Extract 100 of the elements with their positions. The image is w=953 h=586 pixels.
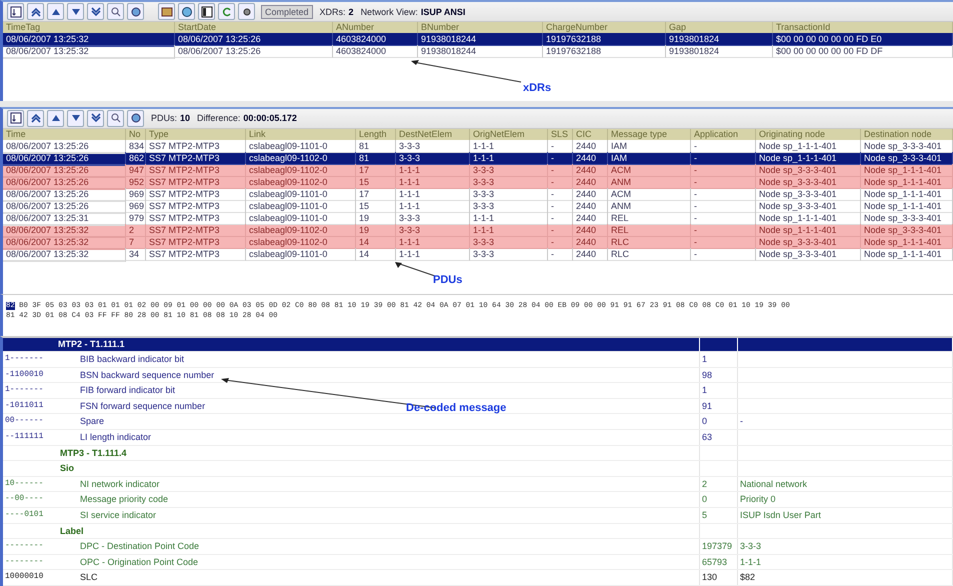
bit-mask: ----0101 (5, 509, 44, 522)
field-name: FSN forward sequence number (80, 400, 206, 413)
field-value: 0 (700, 492, 738, 508)
difference-value: 00:00:05.172 (243, 113, 297, 124)
bit-mask: 1------- (5, 353, 44, 366)
bit-mask: 10------ (5, 478, 44, 490)
up-icon[interactable] (47, 3, 64, 20)
field-value: 5 (700, 508, 738, 523)
table-cell: 08/06/2007 13:25:26 (3, 188, 126, 201)
table-cell: Node sp_1-1-1-401 (861, 248, 953, 261)
count-value: 2 (348, 6, 354, 16)
view-label: Network View: (360, 6, 418, 16)
bit-mask: -1011011 (5, 400, 44, 412)
bit-mask: 00------ (5, 415, 44, 428)
field-name: Message priority code (80, 493, 168, 506)
table-cell: 3-3-3 (470, 248, 548, 261)
table-cell: 19197632188 (543, 45, 666, 58)
field-meaning: ISUP Isdn User Part (738, 508, 953, 523)
field-meaning: Priority 0 (738, 492, 953, 508)
table-cell: SS7 MTP2-MTP3 (146, 248, 246, 261)
table-row[interactable]: 08/06/2007 13:25:32 08/06/2007 13:25:26 4603824000 91938018244 19197632188 9193801824 $00 00 00 00 00 00 FD E0 (3, 33, 953, 45)
count-label: PDUs: (151, 113, 178, 124)
difference-label: Difference: (197, 113, 240, 124)
table-cell: 14 (356, 248, 396, 261)
annotation-arrow (395, 262, 436, 276)
annotation-label: PDUs (433, 274, 462, 286)
layout-icon[interactable] (198, 3, 215, 20)
table-cell: cslabeagl09-1101-0 (246, 248, 356, 261)
field-name: NI network indicator (80, 478, 160, 491)
table-cell: 08/06/2007 13:25:32 (3, 236, 126, 249)
table-cell: 08/06/2007 13:25:32 (3, 45, 175, 58)
section-heading: MTP3 - T1.111.4 (59, 446, 127, 460)
table-cell: 08/06/2007 13:25:26 (3, 200, 126, 213)
bit-mask: -1100010 (5, 368, 44, 381)
search-icon[interactable] (107, 110, 124, 127)
field-value: 1 (700, 383, 738, 398)
table-row[interactable]: 08/06/2007 13:25:32 08/06/2007 13:25:26 4603824000 91938018244 19197632188 9193801824 $00 00 00 00 00 00 FD DF (3, 45, 953, 57)
field-meaning: National network (738, 476, 953, 492)
field-name: Spare (80, 415, 104, 428)
field-value: 0 (700, 414, 738, 430)
table-cell: 08/06/2007 13:25:32 (3, 33, 175, 46)
down-icon[interactable] (67, 3, 84, 20)
table-cell: - (548, 248, 573, 261)
count-value: 10 (180, 113, 190, 124)
field-value: 130 (700, 570, 738, 586)
section-heading: Label (59, 524, 84, 538)
field-name: OPC - Origination Point Code (80, 556, 198, 569)
table-cell: 08/06/2007 13:25:26 (175, 45, 333, 58)
field-value: 63 (700, 430, 738, 445)
table-row[interactable]: 08/06/2007 13:25:26 834 SS7 MTP2-MTP3 cslabeagl09-1101-0 81 3-3-3 1-1-1 - 2440 IAM - Node sp_1-1-1-401 Node sp_3-3-3-401 (3, 140, 953, 152)
field-value: 2 (700, 476, 738, 492)
field-meaning: 3-3-3 (738, 539, 953, 554)
field-meaning: $82 (738, 570, 953, 586)
table-cell: - (691, 248, 756, 261)
table-cell: 08/06/2007 13:25:26 (3, 140, 126, 153)
field-name: BSN backward sequence number (80, 368, 214, 382)
table-cell: 08/06/2007 13:25:26 (3, 164, 126, 177)
table-cell: 34 (126, 248, 146, 261)
field-value: 65793 (700, 554, 738, 570)
count-label: XDRs: (320, 6, 346, 16)
field-name: SI service indicator (80, 509, 156, 522)
table-cell: 9193801824 (666, 45, 773, 58)
field-name: LI length indicator (80, 431, 152, 444)
annotation-label: xDRs (523, 82, 552, 94)
field-name: SLC (80, 571, 98, 584)
table-cell: 08/06/2007 13:25:31 (3, 212, 126, 225)
table-cell: 1-1-1 (396, 248, 470, 261)
bit-mask: --111111 (5, 431, 44, 444)
table-cell: 08/06/2007 13:25:26 (3, 152, 126, 165)
section-title: MTP2 - T1.111.1 (3, 338, 700, 352)
field-name: DPC - Destination Point Code (80, 540, 200, 554)
bit-mask: --00---- (5, 493, 44, 506)
status-indicator: Completed (261, 4, 313, 18)
table-cell: 08/06/2007 13:25:32 (3, 224, 126, 237)
field-meaning: - (738, 414, 953, 430)
field-name: BIB backward indicator bit (80, 353, 184, 366)
annotation-label: De-coded message (406, 402, 506, 414)
bit-mask: 1------- (5, 384, 44, 396)
table-cell: Node sp_3-3-3-401 (756, 248, 861, 261)
refresh-icon[interactable] (218, 3, 235, 20)
up-icon[interactable] (47, 110, 64, 127)
field-meaning: 1-1-1 (738, 554, 953, 570)
table-cell: 2440 (573, 248, 608, 261)
bit-mask: -------- (5, 540, 44, 552)
bit-mask: -------- (5, 556, 44, 568)
field-value: 98 (700, 368, 738, 382)
table-cell: 08/06/2007 13:25:32 (3, 248, 126, 261)
table-cell: 08/06/2007 13:25:26 (3, 176, 126, 189)
table-cell: 4603824000 (333, 45, 418, 58)
search-icon[interactable] (107, 3, 124, 20)
table-cell: RLC (608, 248, 691, 261)
field-value: 197379 (700, 539, 738, 554)
bit-mask: 10000010 (5, 571, 44, 584)
view-value: ISUP ANSI (420, 6, 466, 16)
field-value: 91 (700, 398, 738, 414)
field-value: 1 (700, 352, 738, 367)
table-cell: $00 00 00 00 00 00 FD DF (773, 45, 953, 58)
section-heading: Sio (59, 462, 74, 476)
down-icon[interactable] (67, 110, 84, 127)
field-name: FIB forward indicator bit (80, 384, 176, 398)
